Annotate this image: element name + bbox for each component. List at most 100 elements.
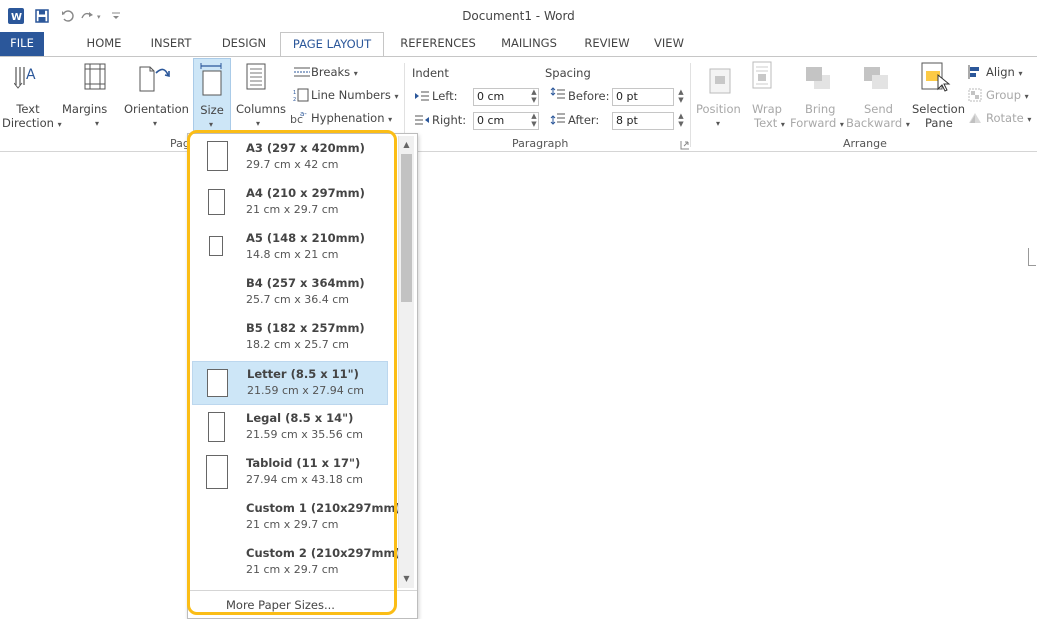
paper-size-dims: 29.7 cm x 42 cm xyxy=(246,158,339,171)
margins-icon[interactable] xyxy=(84,63,108,91)
align-icon xyxy=(968,65,982,79)
send-backward-label-2[interactable]: Backward ▾ xyxy=(846,116,910,130)
scroll-up-arrow-icon[interactable]: ▲ xyxy=(401,139,412,150)
rotate-button[interactable]: Rotate ▾ xyxy=(986,111,1031,125)
paper-size-item-letter[interactable]: Letter (8.5 x 11") 21.59 cm x 27.94 cm xyxy=(192,361,388,405)
position-caret[interactable]: ▾ xyxy=(716,119,720,128)
paper-size-name: B5 (182 x 257mm) xyxy=(246,321,365,335)
paper-size-name: A5 (148 x 210mm) xyxy=(246,231,365,245)
document-area[interactable] xyxy=(0,152,1037,619)
margins-button[interactable]: Margins xyxy=(62,102,107,116)
paper-icon xyxy=(209,236,223,256)
bring-forward-label-2[interactable]: Forward ▾ xyxy=(790,116,844,130)
tab-insert[interactable]: INSERT xyxy=(143,32,199,56)
spacing-before-input[interactable]: 0 pt xyxy=(612,88,674,106)
paper-size-item-b5[interactable]: B5 (182 x 257mm) 18.2 cm x 25.7 cm xyxy=(192,316,388,360)
selection-pane-button[interactable]: Pane xyxy=(925,116,953,130)
orientation-button[interactable]: Orientation xyxy=(124,102,189,116)
indent-header: Indent xyxy=(412,66,449,80)
orientation-icon[interactable] xyxy=(138,61,172,93)
paper-size-dims: 27.94 cm x 43.18 cm xyxy=(246,473,364,486)
paper-size-name: B4 (257 x 364mm) xyxy=(246,276,365,290)
spacing-after-input[interactable]: 8 pt xyxy=(612,112,674,130)
hyphenation-icon: b c a- xyxy=(290,109,310,126)
orientation-caret[interactable]: ▾ xyxy=(153,119,157,128)
indent-right-label: Right: xyxy=(432,113,467,127)
wrap-text-label-2[interactable]: Text ▾ xyxy=(754,116,785,130)
spacing-before-icon xyxy=(550,87,566,101)
paper-size-item-tabloid[interactable]: Tabloid (11 x 17") 27.94 cm x 43.18 cm xyxy=(192,451,388,495)
indent-right-spinner[interactable]: ▲ ▼ xyxy=(529,112,539,130)
bring-forward-icon[interactable] xyxy=(804,65,832,93)
title-bar: W ▾ Document1 - Word xyxy=(0,0,1037,32)
indent-left-spinner[interactable]: ▲ ▼ xyxy=(529,88,539,106)
paper-size-dims: 14.8 cm x 21 cm xyxy=(246,248,339,261)
tab-view[interactable]: VIEW xyxy=(649,32,689,56)
breaks-button[interactable]: Breaks ▾ xyxy=(311,65,358,79)
spacing-before-spinner[interactable]: ▲ ▼ xyxy=(676,88,686,106)
ribbon-tabs: FILE HOME INSERT DESIGN PAGE LAYOUT REFE… xyxy=(0,32,1037,57)
spacing-after-spinner[interactable]: ▲ ▼ xyxy=(676,112,686,130)
group-icon xyxy=(968,88,982,102)
position-icon[interactable] xyxy=(708,67,734,97)
paper-icon xyxy=(207,369,228,397)
text-direction-label-2[interactable]: Direction ▾ xyxy=(2,116,62,130)
breaks-icon xyxy=(293,66,311,78)
paper-size-item-a5[interactable]: A5 (148 x 210mm) 14.8 cm x 21 cm xyxy=(192,226,388,270)
scroll-down-arrow-icon[interactable]: ▼ xyxy=(401,573,412,584)
tab-references[interactable]: REFERENCES xyxy=(396,32,480,56)
spacing-after-label: After: xyxy=(568,113,600,127)
send-backward-label-1: Send xyxy=(864,102,893,116)
align-button[interactable]: Align ▾ xyxy=(986,65,1023,79)
paper-size-dims: 25.7 cm x 36.4 cm xyxy=(246,293,350,306)
indent-left-icon xyxy=(414,90,430,102)
line-numbers-button[interactable]: Line Numbers ▾ xyxy=(311,88,398,102)
hyphenation-button[interactable]: Hyphenation ▾ xyxy=(311,111,392,125)
paper-size-dims: 21 cm x 29.7 cm xyxy=(246,203,339,216)
spacing-after-icon xyxy=(550,111,566,125)
paragraph-group-label: Paragraph xyxy=(512,137,569,150)
size-button[interactable]: Size ▾ xyxy=(193,58,231,134)
separator-2 xyxy=(690,63,691,147)
position-button[interactable]: Position xyxy=(696,102,741,116)
dropdown-scrollbar[interactable]: ▲ ▼ xyxy=(398,136,414,588)
line-numbers-icon: 12 xyxy=(293,88,309,103)
columns-icon[interactable] xyxy=(246,63,268,91)
svg-text:a-: a- xyxy=(300,110,307,118)
tab-home[interactable]: HOME xyxy=(76,32,132,56)
tab-file[interactable]: FILE xyxy=(0,32,44,56)
group-button[interactable]: Group ▾ xyxy=(986,88,1029,102)
tab-design[interactable]: DESIGN xyxy=(216,32,272,56)
wrap-text-label-1: Wrap xyxy=(752,102,782,116)
scroll-thumb[interactable] xyxy=(401,154,412,302)
margins-caret[interactable]: ▾ xyxy=(95,119,99,128)
paper-size-item-custom-2[interactable]: Custom 2 (210x297mm) 21 cm x 29.7 cm xyxy=(192,541,401,585)
tab-page-layout[interactable]: PAGE LAYOUT xyxy=(280,32,384,57)
rotate-icon xyxy=(968,111,982,125)
paper-size-name: Letter (8.5 x 11") xyxy=(247,367,359,381)
columns-caret[interactable]: ▾ xyxy=(256,119,260,128)
spacing-before-label: Before: xyxy=(568,89,610,103)
text-direction-label-1: Text xyxy=(16,102,40,116)
paper-size-item-legal[interactable]: Legal (8.5 x 14") 21.59 cm x 35.56 cm xyxy=(192,406,388,450)
more-paper-sizes-item[interactable]: More Paper Sizes... xyxy=(188,590,417,618)
paper-size-item-a4[interactable]: A4 (210 x 297mm) 21 cm x 29.7 cm xyxy=(192,181,388,225)
paper-size-item-custom-1[interactable]: Custom 1 (210x297mm) 21 cm x 29.7 cm xyxy=(192,496,401,540)
paper-size-item-a3[interactable]: A3 (297 x 420mm) 29.7 cm x 42 cm xyxy=(192,136,388,180)
spacing-header: Spacing xyxy=(545,66,591,80)
paper-size-dims: 21.59 cm x 27.94 cm xyxy=(247,384,365,397)
paper-size-item-b4[interactable]: B4 (257 x 364mm) 25.7 cm x 36.4 cm xyxy=(192,271,388,315)
wrap-text-icon[interactable] xyxy=(751,61,773,91)
svg-text:A: A xyxy=(26,67,36,83)
selection-pane-icon[interactable] xyxy=(920,61,952,93)
svg-text:1: 1 xyxy=(293,90,296,96)
columns-button[interactable]: Columns xyxy=(236,102,286,116)
paragraph-dialog-launcher-icon[interactable] xyxy=(680,139,690,150)
tab-review[interactable]: REVIEW xyxy=(577,32,637,56)
tab-mailings[interactable]: MAILINGS xyxy=(494,32,564,56)
arrange-group-label: Arrange xyxy=(843,137,887,150)
page-corner-mark xyxy=(1028,248,1029,266)
paper-size-name: A4 (210 x 297mm) xyxy=(246,186,365,200)
text-direction-icon[interactable]: A xyxy=(13,63,40,95)
send-backward-icon[interactable] xyxy=(862,65,890,93)
